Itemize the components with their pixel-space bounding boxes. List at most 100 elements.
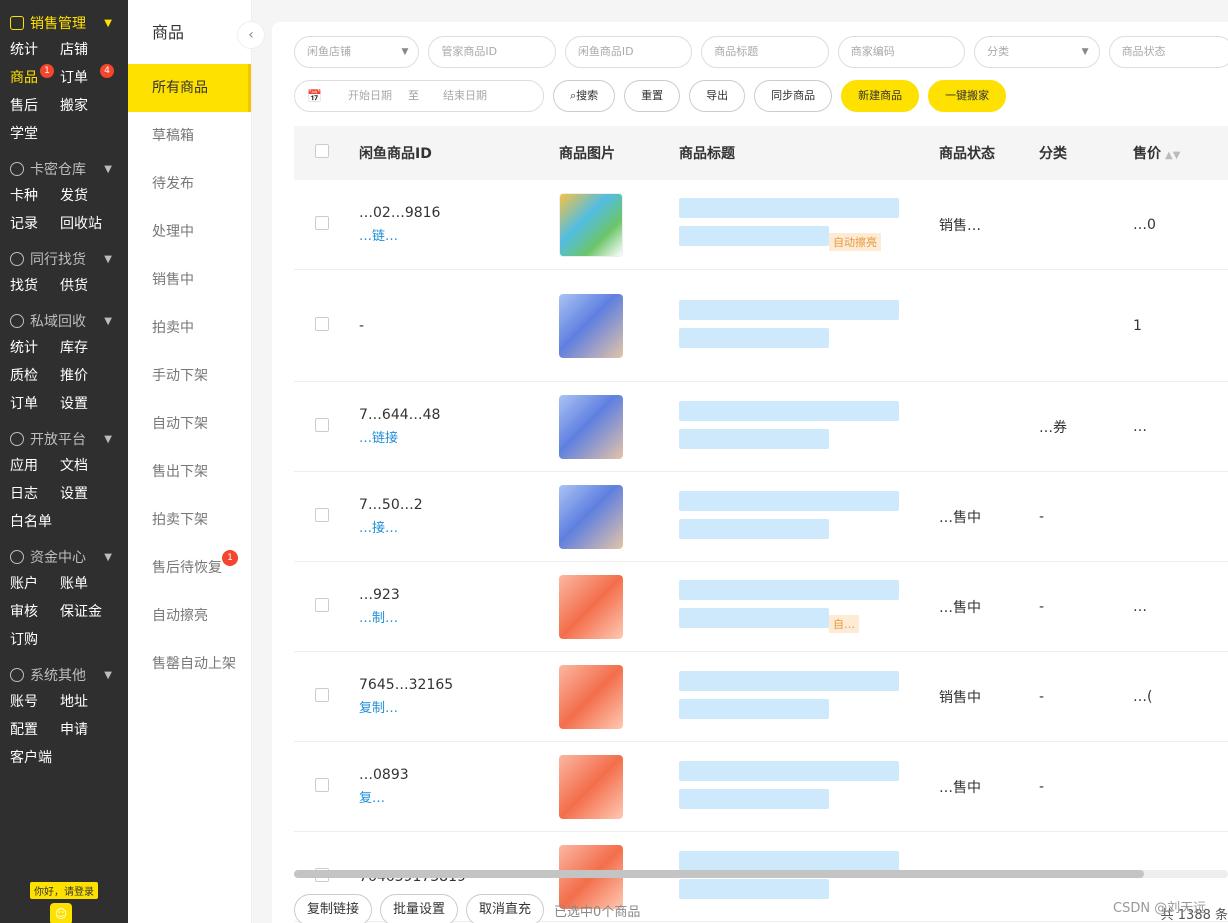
submenu-item[interactable]: 销售中 bbox=[128, 256, 251, 304]
product-title-redacted[interactable] bbox=[679, 580, 899, 600]
sidebar-item[interactable]: 订单 4 bbox=[60, 64, 120, 92]
cancel-direct-charge-button[interactable]: 取消直充 bbox=[466, 894, 545, 923]
product-title-redacted[interactable] bbox=[679, 400, 899, 421]
row-checkbox[interactable] bbox=[315, 597, 329, 612]
sidebar-item[interactable]: 搬家 bbox=[60, 92, 120, 120]
row-checkbox[interactable] bbox=[315, 507, 329, 522]
sidebar-item[interactable]: 审核 bbox=[10, 598, 60, 626]
filter-button-5[interactable]: 一键搬家 bbox=[928, 80, 1007, 112]
product-title-redacted[interactable] bbox=[679, 518, 829, 539]
row-checkbox[interactable] bbox=[315, 777, 329, 792]
sidebar-item[interactable]: 推价 bbox=[60, 362, 120, 390]
sidebar-item[interactable]: 客户端 bbox=[10, 744, 60, 772]
product-title-redacted[interactable] bbox=[679, 760, 899, 781]
sidebar-item[interactable]: 找货 bbox=[10, 272, 60, 300]
sidebar-item[interactable]: 订单 bbox=[10, 390, 60, 418]
submenu-item[interactable]: 手动下架 bbox=[128, 352, 251, 400]
date-start[interactable]: 开始日期 bbox=[348, 81, 392, 111]
date-end[interactable]: 结束日期 bbox=[443, 81, 487, 111]
select-all-checkbox[interactable] bbox=[315, 144, 329, 158]
avatar[interactable]: ☺ bbox=[50, 903, 72, 923]
sidebar-item[interactable]: 账户 bbox=[10, 570, 60, 598]
sidebar-item[interactable]: 记录 bbox=[10, 210, 60, 238]
sidebar-item[interactable]: 质检 bbox=[10, 362, 60, 390]
sidebar-item[interactable]: 供货 bbox=[60, 272, 120, 300]
product-title-redacted[interactable] bbox=[679, 226, 829, 246]
copy-link-button[interactable]: 复制链接 bbox=[294, 894, 373, 923]
copy-link[interactable]: …接… bbox=[359, 517, 559, 536]
sidebar-group-0[interactable]: 销售管理 ▼ bbox=[0, 10, 128, 36]
submenu-item[interactable]: 待发布 bbox=[128, 160, 251, 208]
product-thumbnail[interactable] bbox=[559, 574, 623, 639]
sidebar-item[interactable]: 白名单 bbox=[10, 508, 60, 536]
filter-button-1[interactable]: 重置 bbox=[624, 80, 681, 112]
row-checkbox[interactable] bbox=[315, 417, 329, 432]
sidebar-group-2[interactable]: 同行找货 ▼ bbox=[0, 246, 128, 272]
product-thumbnail[interactable] bbox=[559, 484, 623, 549]
sidebar-item[interactable]: 统计 bbox=[10, 334, 60, 362]
filter-3[interactable]: 商品标题 bbox=[701, 36, 829, 68]
filter-5[interactable]: 分类 ▼ bbox=[974, 36, 1100, 68]
sidebar-item[interactable]: 回收站 bbox=[60, 210, 120, 238]
sidebar-item[interactable]: 保证金 bbox=[60, 598, 120, 626]
filter-4[interactable]: 商家编码 bbox=[837, 36, 966, 68]
sidebar-item[interactable]: 发货 bbox=[60, 182, 120, 210]
submenu-item[interactable]: 售后待恢复 1 bbox=[128, 544, 251, 592]
copy-link[interactable]: 复… bbox=[359, 787, 559, 806]
sidebar-item[interactable]: 账单 bbox=[60, 570, 120, 598]
date-range-picker[interactable]: 📅 开始日期 至 结束日期 bbox=[294, 80, 544, 112]
submenu-item[interactable]: 处理中 bbox=[128, 208, 251, 256]
filter-button-3[interactable]: 同步商品 bbox=[754, 80, 833, 112]
filter-2[interactable]: 闲鱼商品ID bbox=[564, 36, 693, 68]
sidebar-item[interactable]: 日志 bbox=[10, 480, 60, 508]
submenu-item[interactable]: 所有商品 bbox=[128, 64, 251, 112]
copy-link[interactable]: 复制… bbox=[359, 697, 559, 716]
product-title-redacted[interactable] bbox=[679, 788, 829, 809]
row-checkbox[interactable] bbox=[315, 215, 329, 230]
sidebar-item[interactable]: 设置 bbox=[60, 480, 120, 508]
sidebar-item[interactable]: 售后 bbox=[10, 92, 60, 120]
sidebar-group-4[interactable]: 开放平台 ▼ bbox=[0, 426, 128, 452]
product-title-redacted[interactable] bbox=[679, 299, 899, 320]
sidebar-item[interactable]: 地址 bbox=[60, 688, 120, 716]
product-thumbnail[interactable] bbox=[559, 754, 623, 819]
sidebar-item[interactable]: 应用 bbox=[10, 452, 60, 480]
product-title-redacted[interactable] bbox=[679, 608, 829, 628]
login-prompt[interactable]: 你好，请登录 bbox=[30, 882, 98, 899]
row-checkbox[interactable] bbox=[315, 316, 329, 331]
sidebar-item[interactable]: 配置 bbox=[10, 716, 60, 744]
copy-link[interactable]: …链… bbox=[359, 225, 559, 244]
sidebar-group-3[interactable]: 私域回收 ▼ bbox=[0, 308, 128, 334]
filter-button-4[interactable]: 新建商品 bbox=[841, 80, 920, 112]
submenu-item[interactable]: 售出下架 bbox=[128, 448, 251, 496]
product-title-redacted[interactable] bbox=[679, 198, 899, 218]
copy-link[interactable]: …制… bbox=[359, 607, 559, 626]
header-price[interactable]: 售价 ▲▼ bbox=[1133, 143, 1228, 163]
submenu-item[interactable]: 拍卖下架 bbox=[128, 496, 251, 544]
product-title-redacted[interactable] bbox=[679, 850, 899, 871]
filter-6[interactable]: 商品状态 bbox=[1108, 36, 1228, 68]
product-title-redacted[interactable] bbox=[679, 670, 899, 691]
product-title-redacted[interactable] bbox=[679, 698, 829, 719]
filter-1[interactable]: 管家商品ID bbox=[428, 36, 556, 68]
product-title-redacted[interactable] bbox=[679, 327, 829, 348]
product-thumbnail[interactable] bbox=[559, 293, 623, 358]
product-thumbnail[interactable] bbox=[559, 664, 623, 729]
sidebar-item[interactable]: 申请 bbox=[60, 716, 120, 744]
sidebar-item[interactable]: 卡种 bbox=[10, 182, 60, 210]
sidebar-group-6[interactable]: 系统其他 ▼ bbox=[0, 662, 128, 688]
submenu-item[interactable]: 自动擦亮 bbox=[128, 592, 251, 640]
sidebar-group-1[interactable]: 卡密仓库 ▼ bbox=[0, 156, 128, 182]
sidebar-item[interactable]: 商品 1 bbox=[10, 64, 60, 92]
product-thumbnail[interactable] bbox=[559, 394, 623, 459]
submenu-item[interactable]: 拍卖中 bbox=[128, 304, 251, 352]
sidebar-item[interactable]: 设置 bbox=[60, 390, 120, 418]
product-title-redacted[interactable] bbox=[679, 428, 829, 449]
submenu-item[interactable]: 自动下架 bbox=[128, 400, 251, 448]
product-thumbnail[interactable] bbox=[559, 192, 623, 257]
submenu-item[interactable]: 售罄自动上架 bbox=[128, 640, 251, 688]
filter-button-2[interactable]: 导出 bbox=[689, 80, 746, 112]
sidebar-item[interactable]: 统计 bbox=[10, 36, 60, 64]
scrollbar-thumb[interactable] bbox=[294, 870, 1144, 878]
sidebar-item[interactable]: 订购 bbox=[10, 626, 60, 654]
